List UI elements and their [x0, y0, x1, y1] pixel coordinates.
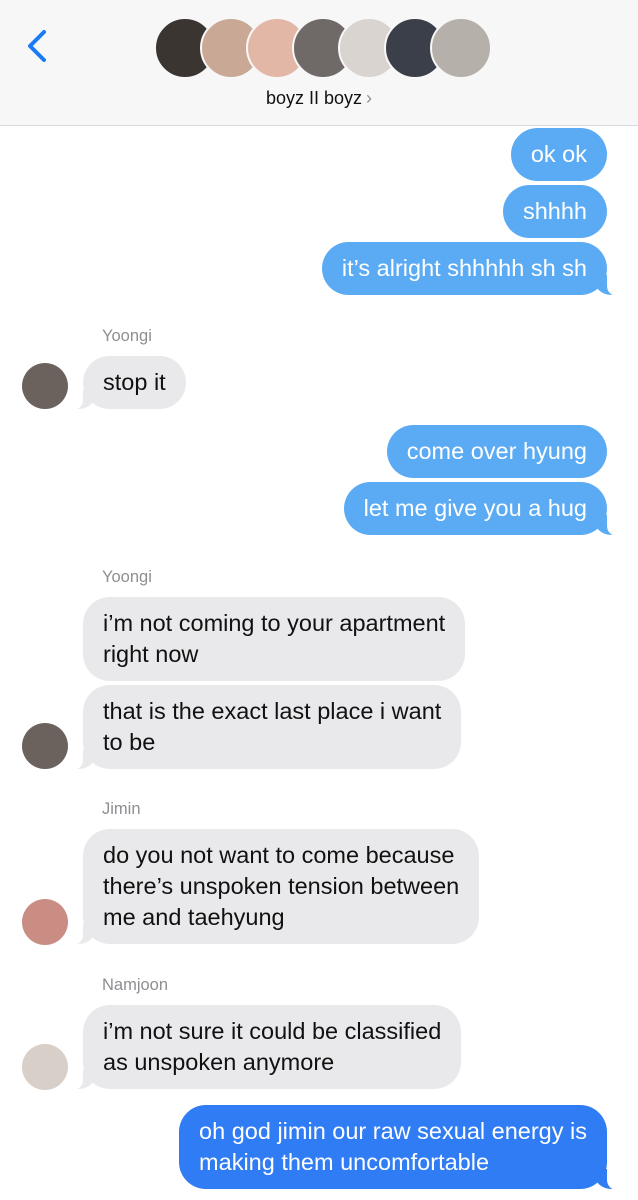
message-bubble-received[interactable]: i’m not coming to your apartment right n…: [83, 597, 466, 681]
group-avatars[interactable]: [154, 17, 492, 79]
message-bubble-sent[interactable]: oh god jimin our raw sexual energy is ma…: [179, 1105, 619, 1190]
message-bubble-sent[interactable]: come over hyung: [386, 425, 607, 478]
group-name: boyz II boyz: [265, 88, 363, 108]
message-bubble-received[interactable]: do you not want to come because there’s …: [70, 829, 480, 945]
message-bubble-sent[interactable]: ok ok: [510, 128, 607, 181]
message-bubble-received[interactable]: i’m not sure it could be classified as u…: [70, 1005, 462, 1090]
sender-name: Jimin: [102, 800, 141, 818]
message-bubble-received[interactable]: that is the exact last place i want to b…: [70, 685, 462, 770]
message-bubble-sent[interactable]: shhhh: [502, 185, 607, 238]
chevron-right-icon: ›: [366, 88, 373, 108]
sender-name: Yoongi: [102, 568, 152, 586]
message-bubble-received[interactable]: stop it: [71, 356, 186, 410]
sender-name: Namjoon: [102, 976, 169, 994]
avatar[interactable]: [22, 723, 68, 769]
group-name-button[interactable]: boyz II boyz ›: [0, 88, 638, 109]
avatar[interactable]: [22, 899, 68, 945]
message-bubble-sent[interactable]: let me give you a hug: [343, 482, 620, 536]
message-bubble-sent[interactable]: it’s alright shhhhh sh sh: [321, 242, 620, 296]
avatar[interactable]: [22, 1044, 68, 1090]
member-avatar-7: [430, 17, 492, 79]
conversation-header: boyz II boyz ›: [0, 0, 638, 126]
chevron-left-icon: [28, 30, 46, 62]
avatar[interactable]: [22, 363, 68, 409]
sender-name: Yoongi: [102, 327, 152, 345]
back-button[interactable]: [22, 26, 52, 66]
